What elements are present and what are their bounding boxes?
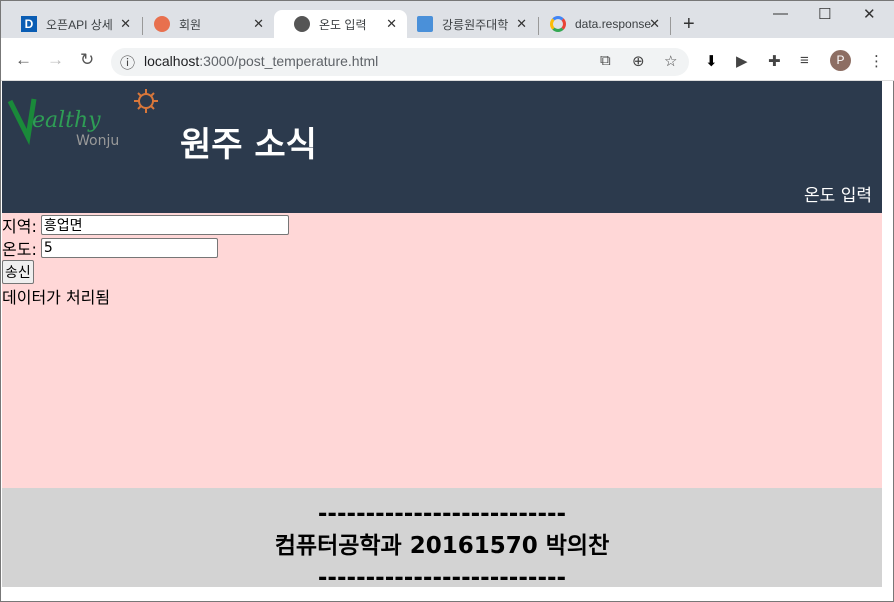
url-text[interactable]: localhost:3000/post_temperature.html — [144, 53, 378, 69]
footer-divider-top: -------------------------- — [317, 501, 567, 527]
close-tab-icon[interactable]: ✕ — [120, 16, 131, 32]
maximize-button[interactable]: ☐ — [818, 5, 831, 23]
close-tab-icon[interactable]: ✕ — [253, 16, 264, 32]
menu-icon[interactable]: ⋮ — [869, 52, 884, 70]
site-header: ealthy Wonju 원주 소식 온도 입력 — [2, 81, 882, 213]
close-window-button[interactable]: ✕ — [863, 5, 876, 23]
star-icon[interactable]: ☆ — [664, 52, 677, 70]
d-logo-icon: D — [21, 16, 37, 32]
region-input[interactable] — [40, 214, 289, 235]
page-content: ealthy Wonju 원주 소식 온도 입력 지역: 온도: 송신 데이터가… — [2, 81, 882, 591]
svg-text:ealthy: ealthy — [32, 108, 101, 133]
close-tab-icon[interactable]: ✕ — [516, 16, 527, 32]
nav-link-temperature-input[interactable]: 온도 입력 — [804, 181, 872, 206]
info-icon[interactable]: ⓘ — [120, 52, 135, 73]
tab-temperature-input[interactable]: 온도 입력 ✕ — [274, 10, 407, 38]
region-label: 지역: — [2, 216, 37, 236]
tab-gangneung-wonju[interactable]: 강릉원주대학 ✕ — [397, 10, 537, 38]
translate-icon[interactable]: ⧉ — [600, 52, 611, 69]
extensions-puzzle-icon[interactable]: ✚ — [768, 52, 781, 70]
status-message: 데이터가 처리됨 — [2, 288, 111, 307]
new-tab-button[interactable]: + — [683, 13, 695, 36]
healthy-wonju-logo: ealthy Wonju — [7, 89, 158, 149]
forward-icon[interactable]: → — [47, 50, 64, 70]
profile-avatar[interactable]: P — [830, 50, 851, 71]
notepad-icon — [417, 16, 433, 32]
submit-button[interactable]: 송신 — [2, 260, 34, 284]
temperature-label: 온도: — [2, 239, 37, 259]
globe-icon — [294, 16, 310, 32]
reload-icon[interactable]: ↻ — [80, 50, 94, 70]
footer-credit: 컴퓨터공학과 20161570 박의찬 — [274, 533, 610, 559]
site-footer: -------------------------- 컴퓨터공학과 201615… — [2, 488, 882, 591]
media-control-icon[interactable]: ≡ — [800, 52, 809, 69]
back-icon[interactable]: ← — [15, 50, 32, 70]
minimize-button[interactable]: — — [773, 5, 788, 22]
play-extension-icon[interactable]: ▶ — [736, 52, 748, 70]
orange-avatar-icon — [154, 16, 170, 32]
close-tab-icon[interactable]: ✕ — [386, 16, 397, 32]
tab-member[interactable]: 회원 ✕ — [134, 10, 274, 38]
close-tab-icon[interactable]: ✕ — [649, 16, 660, 32]
svg-text:Wonju: Wonju — [76, 133, 119, 149]
footer-divider-bottom: -------------------------- — [317, 565, 567, 591]
zoom-icon[interactable]: ⊕ — [632, 52, 645, 70]
tab-data-response[interactable]: data.response ✕ — [530, 10, 670, 38]
tab-strip: D 오픈API 상세 ✕ 회원 ✕ 온도 입력 ✕ 강릉원주대학 ✕ data.… — [1, 1, 894, 38]
google-icon — [550, 16, 566, 32]
temperature-input[interactable] — [40, 237, 218, 258]
page-title: 원주 소식 — [180, 125, 317, 165]
tab-open-api[interactable]: D 오픈API 상세 ✕ — [1, 10, 141, 38]
download-extension-icon[interactable]: ⬇ — [705, 52, 718, 70]
form-section: 지역: 온도: 송신 데이터가 처리됨 — [2, 213, 882, 488]
